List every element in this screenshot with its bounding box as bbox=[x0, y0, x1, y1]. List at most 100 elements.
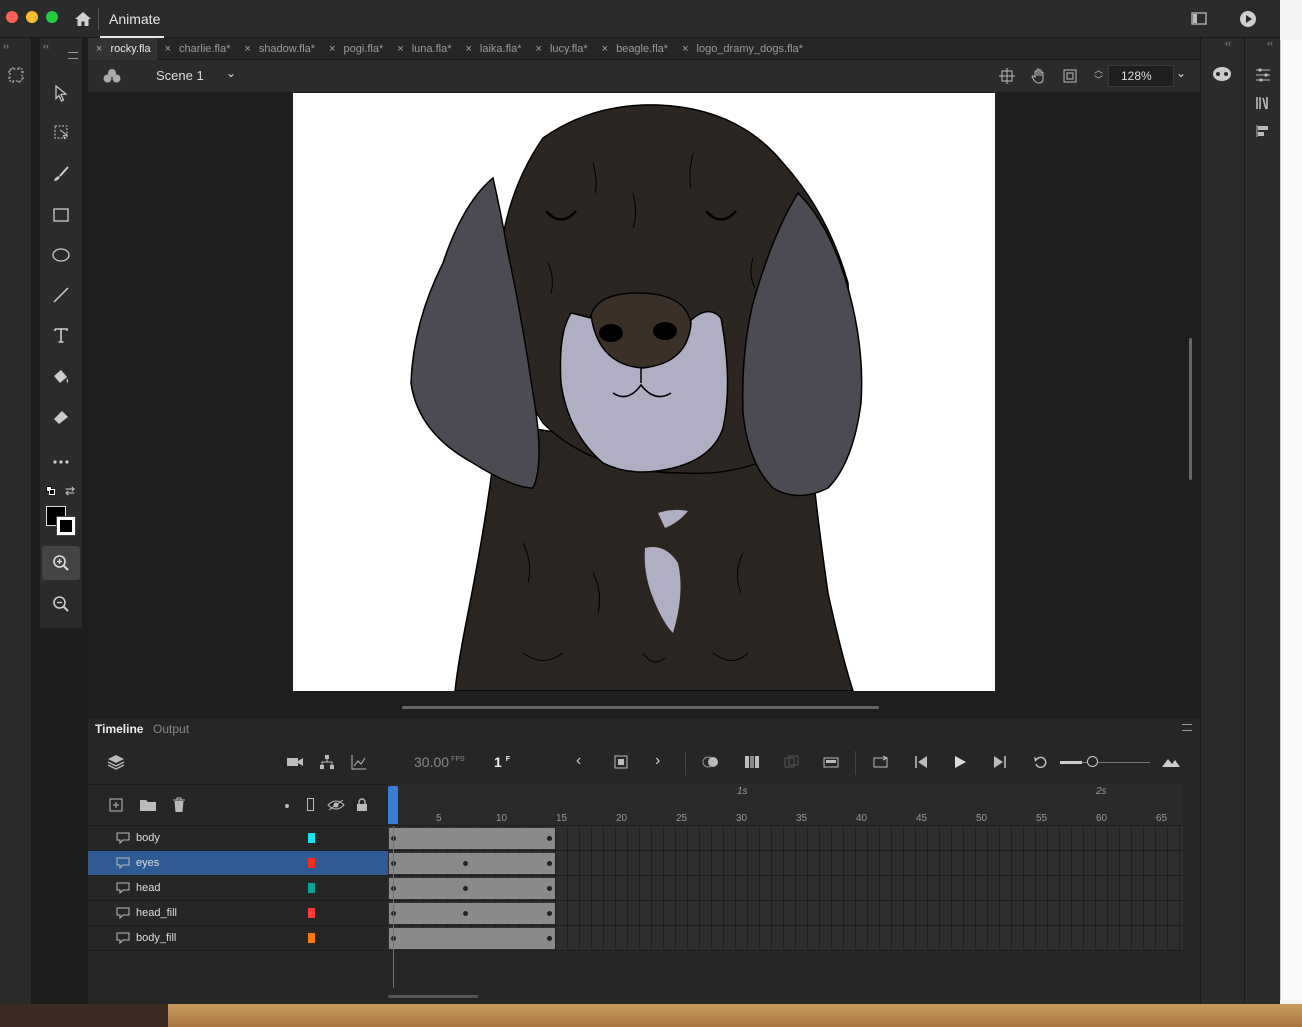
timeline-menu-icon[interactable] bbox=[1182, 724, 1192, 731]
loop-icon[interactable] bbox=[871, 753, 891, 771]
layer-parenting-icon[interactable] bbox=[317, 753, 337, 771]
close-tab-icon[interactable]: × bbox=[244, 43, 250, 55]
delete-layer-icon[interactable] bbox=[170, 796, 188, 814]
timeline-horizontal-scrollbar[interactable] bbox=[388, 995, 478, 998]
play-icon[interactable] bbox=[950, 753, 970, 771]
transform-panel-icon[interactable] bbox=[6, 65, 26, 85]
close-tab-icon[interactable]: × bbox=[397, 43, 403, 55]
previous-keyframe-icon[interactable]: ‹ bbox=[576, 752, 581, 770]
next-keyframe-icon[interactable]: › bbox=[655, 752, 660, 770]
collapse-tools-icon[interactable]: ‹‹ bbox=[43, 41, 49, 51]
swap-colors-icon[interactable]: ⇄ bbox=[65, 484, 75, 498]
keyframe[interactable] bbox=[547, 936, 552, 941]
expand-panel-icon[interactable]: ›› bbox=[3, 41, 9, 51]
stage-vertical-scrollbar[interactable] bbox=[1189, 338, 1192, 480]
zoom-frames-icon[interactable] bbox=[1160, 753, 1182, 771]
frame-span[interactable] bbox=[389, 853, 555, 874]
layer-outline-color[interactable] bbox=[308, 833, 315, 843]
paint-bucket-tool-icon[interactable] bbox=[40, 360, 82, 394]
sync-icon[interactable] bbox=[782, 753, 802, 771]
layer-row[interactable]: body_fill bbox=[88, 926, 388, 951]
layer-row[interactable]: head_fill bbox=[88, 901, 388, 926]
rewind-loop-icon[interactable] bbox=[1031, 753, 1051, 771]
center-stage-icon[interactable] bbox=[998, 67, 1016, 85]
highlight-layers-icon[interactable] bbox=[285, 804, 289, 808]
frame-span[interactable] bbox=[389, 928, 555, 949]
test-movie-play-icon[interactable] bbox=[1238, 9, 1258, 29]
close-tab-icon[interactable]: × bbox=[602, 43, 608, 55]
home-icon[interactable] bbox=[72, 8, 94, 30]
step-back-icon[interactable] bbox=[911, 753, 931, 771]
layer-outline-color[interactable] bbox=[308, 858, 315, 868]
stage-canvas[interactable] bbox=[293, 93, 995, 691]
zoom-stepper[interactable]: ︿ ﹀ bbox=[1094, 65, 1103, 85]
close-tab-icon[interactable]: × bbox=[165, 43, 171, 55]
scene-dropdown-chevron-icon[interactable]: ⌄ bbox=[226, 66, 236, 80]
close-tab-icon[interactable]: × bbox=[682, 43, 688, 55]
library-icon[interactable] bbox=[1253, 94, 1273, 112]
layer-frames[interactable] bbox=[388, 826, 1183, 851]
lock-layers-icon[interactable] bbox=[353, 796, 371, 814]
more-tools-icon[interactable] bbox=[40, 445, 82, 479]
layer-row[interactable]: eyes bbox=[88, 851, 388, 876]
tab-laika[interactable]: × laika.fla* bbox=[457, 38, 527, 60]
line-tool-icon[interactable] bbox=[40, 278, 82, 312]
eraser-tool-icon[interactable] bbox=[40, 400, 82, 434]
default-colors-icon[interactable] bbox=[46, 486, 56, 496]
layer-frames[interactable] bbox=[388, 926, 1183, 951]
collapse-right-panel-icon[interactable]: ‹‹ bbox=[1225, 38, 1231, 48]
close-tab-icon[interactable]: × bbox=[536, 43, 542, 55]
collapse-properties-icon[interactable]: ‹‹ bbox=[1267, 38, 1273, 48]
rectangle-tool-icon[interactable] bbox=[40, 198, 82, 232]
free-transform-tool-icon[interactable] bbox=[40, 115, 82, 149]
frame-span[interactable] bbox=[389, 903, 555, 924]
clip-stage-icon[interactable] bbox=[1061, 67, 1079, 85]
layer-outline-color[interactable] bbox=[308, 908, 315, 918]
selection-tool-icon[interactable] bbox=[40, 76, 82, 110]
zoom-dropdown-chevron-icon[interactable]: ⌄ bbox=[1176, 66, 1186, 80]
keyframe[interactable] bbox=[547, 836, 552, 841]
create-classic-tween-icon[interactable] bbox=[821, 753, 841, 771]
camera-icon[interactable] bbox=[285, 753, 305, 771]
zoom-out-tool-icon[interactable] bbox=[40, 587, 82, 621]
step-forward-icon[interactable] bbox=[990, 753, 1010, 771]
tab-pogi[interactable]: × pogi.fla* bbox=[321, 38, 389, 60]
layer-outline-color[interactable] bbox=[308, 933, 315, 943]
current-frame-field[interactable]: 1F bbox=[494, 754, 510, 770]
tab-logo-dramy-dogs[interactable]: × logo_dramy_dogs.fla* bbox=[674, 38, 809, 60]
layer-frames[interactable] bbox=[388, 851, 1183, 876]
layers-icon[interactable] bbox=[106, 752, 126, 772]
keyframe[interactable] bbox=[463, 886, 468, 891]
fill-color-swatch[interactable] bbox=[56, 516, 76, 536]
oval-tool-icon[interactable] bbox=[40, 238, 82, 272]
show-hide-layers-icon[interactable] bbox=[326, 796, 346, 814]
align-icon[interactable] bbox=[1253, 122, 1273, 140]
insert-keyframe-icon[interactable] bbox=[612, 753, 630, 771]
new-layer-icon[interactable] bbox=[107, 796, 125, 814]
tab-charlie[interactable]: × charlie.fla* bbox=[157, 38, 237, 60]
brush-tool-icon[interactable] bbox=[40, 157, 82, 191]
edit-multiple-frames-icon[interactable] bbox=[742, 753, 762, 771]
keyframe[interactable] bbox=[463, 911, 468, 916]
layer-row[interactable]: head bbox=[88, 876, 388, 901]
text-tool-icon[interactable] bbox=[40, 318, 82, 352]
close-tab-icon[interactable]: × bbox=[329, 43, 335, 55]
frame-span[interactable] bbox=[389, 828, 555, 849]
show-outlines-icon[interactable] bbox=[307, 798, 314, 811]
tab-rocky[interactable]: × rocky.fla bbox=[88, 38, 157, 60]
edit-symbols-icon[interactable] bbox=[102, 67, 122, 85]
scene-label[interactable]: Scene 1 bbox=[156, 68, 204, 83]
properties-icon[interactable] bbox=[1253, 66, 1273, 84]
tools-menu-icon[interactable] bbox=[68, 52, 78, 59]
assets-panel-icon[interactable] bbox=[1211, 64, 1233, 84]
keyframe[interactable] bbox=[547, 861, 552, 866]
zoom-tool-icon[interactable] bbox=[42, 546, 80, 580]
close-tab-icon[interactable]: × bbox=[96, 43, 102, 55]
close-tab-icon[interactable]: × bbox=[465, 43, 471, 55]
layer-frames[interactable] bbox=[388, 876, 1183, 901]
tab-lucy[interactable]: × lucy.fla* bbox=[528, 38, 594, 60]
keyframe[interactable] bbox=[547, 886, 552, 891]
frame-ruler[interactable] bbox=[388, 784, 1183, 826]
tab-beagle[interactable]: × beagle.fla* bbox=[594, 38, 674, 60]
graph-editor-icon[interactable] bbox=[349, 753, 369, 771]
